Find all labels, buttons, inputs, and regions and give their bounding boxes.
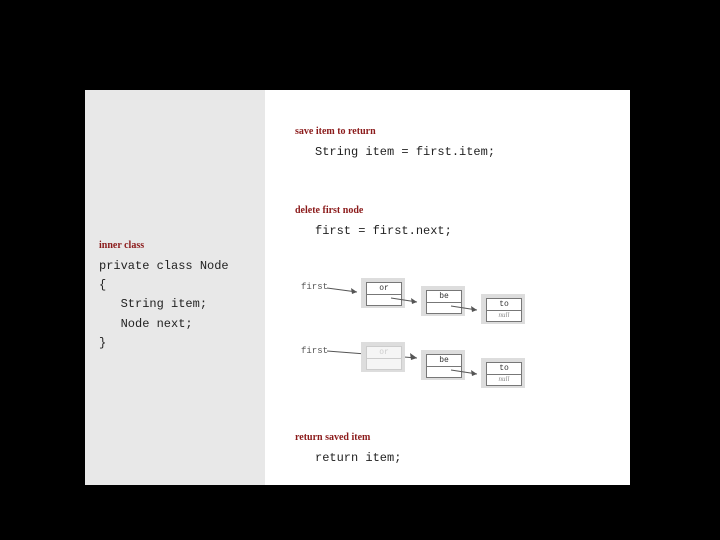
- left-panel: inner class private class Node { String …: [85, 90, 265, 485]
- section-return: return saved item return item;: [295, 432, 401, 468]
- delete-title: delete first node: [295, 205, 452, 216]
- arrow-icon: [391, 296, 423, 306]
- save-code: String item = first.item;: [315, 143, 495, 162]
- return-title: return saved item: [295, 432, 401, 443]
- node-box: tonull: [481, 294, 525, 324]
- return-code: return item;: [315, 449, 401, 468]
- arrow-icon: [451, 368, 483, 378]
- save-title: save item to return: [295, 126, 495, 137]
- inner-class-title: inner class: [99, 240, 229, 251]
- first-label: first: [301, 282, 328, 292]
- first-label: first: [301, 346, 328, 356]
- section-save: save item to return String item = first.…: [295, 126, 495, 162]
- delete-code: first = first.next;: [315, 222, 452, 241]
- slide: inner class private class Node { String …: [85, 90, 630, 485]
- arrow-icon: [327, 284, 363, 294]
- right-panel: save item to return String item = first.…: [265, 90, 630, 485]
- node-box: tonull: [481, 358, 525, 388]
- arrow-icon: [451, 304, 483, 314]
- section-delete: delete first node first = first.next;: [295, 205, 452, 241]
- inner-class-code: private class Node { String item; Node n…: [99, 257, 229, 353]
- node-box-deleted: or: [361, 342, 405, 372]
